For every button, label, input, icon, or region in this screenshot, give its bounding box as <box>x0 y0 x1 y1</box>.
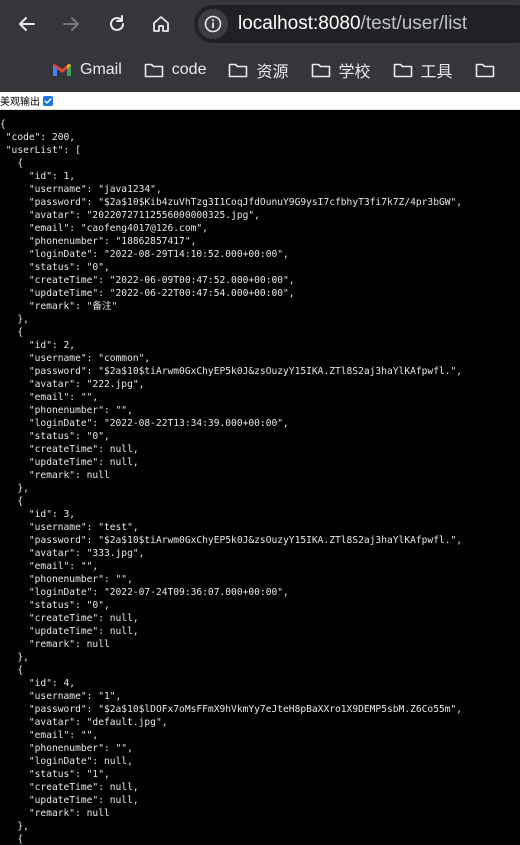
bookmark-label: 工具 <box>420 64 453 81</box>
folder-icon <box>393 63 412 78</box>
json-line: }, <box>0 483 29 494</box>
json-line: "createTime": null, <box>0 613 139 624</box>
info-icon <box>204 15 222 33</box>
bookmarks-bar: Gmail code 资源 学校 工具 <box>0 48 520 92</box>
reload-button[interactable] <box>100 7 134 41</box>
json-line: "createTime": null, <box>0 782 139 793</box>
json-line: "password": "$2a$10$lDOFx7oMsFFmX9hVkmYy… <box>0 704 463 715</box>
json-response-view: { "code": 200, "userList": [ { "id": 1, … <box>0 110 520 845</box>
json-line: "code": 200, <box>0 132 76 143</box>
json-line: "status": "1", <box>0 769 110 780</box>
folder-icon <box>475 63 494 78</box>
json-line: "avatar": "222.jpg", <box>0 379 145 390</box>
json-line: "loginDate": "2022-07-24T09:36:07.000+00… <box>0 587 289 598</box>
browser-toolbar: localhost:8080/test/user/list <box>0 0 520 48</box>
json-line: }, <box>0 652 29 663</box>
json-line: "updateTime": null, <box>0 626 139 637</box>
json-line: "phonenumber": "", <box>0 743 133 754</box>
json-line: "updateTime": null, <box>0 457 139 468</box>
json-line: "updateTime": null, <box>0 795 139 806</box>
site-info-button[interactable] <box>198 9 228 39</box>
address-bar[interactable]: localhost:8080/test/user/list <box>194 5 520 43</box>
bookmark-label: code <box>171 61 207 78</box>
bookmark-folder-overflow[interactable] <box>475 62 503 78</box>
url-host: localhost:8080 <box>238 13 361 34</box>
json-line: "email": "", <box>0 561 99 572</box>
json-line: "email": "", <box>0 392 99 403</box>
arrow-right-icon <box>63 17 79 31</box>
json-line: "username": "common", <box>0 353 151 364</box>
json-line: "password": "$2a$10$tiArwm0GxChyEP5k0J&z… <box>0 366 463 377</box>
json-line: "phonenumber": "", <box>0 574 133 585</box>
json-line: "id": 2, <box>0 340 76 351</box>
json-line: { <box>0 665 24 676</box>
json-line: "userList": [ <box>0 145 81 156</box>
json-line: { <box>0 496 24 507</box>
json-line: "loginDate": null, <box>0 756 133 767</box>
json-line: "status": "0", <box>0 431 110 442</box>
pretty-print-bar: 美观输出 <box>0 92 520 110</box>
json-line: "id": 4, <box>0 678 76 689</box>
json-line: "loginDate": "2022-08-29T14:10:52.000+00… <box>0 249 289 260</box>
reload-icon <box>110 15 124 31</box>
json-line: { <box>0 119 6 130</box>
home-button[interactable] <box>144 7 178 41</box>
back-button[interactable] <box>10 7 44 41</box>
checkmark-icon <box>44 97 52 104</box>
json-line: "loginDate": "2022-08-22T13:34:39.000+00… <box>0 418 289 429</box>
json-line: "avatar": "333.jpg", <box>0 548 145 559</box>
bookmark-label: 学校 <box>338 64 371 81</box>
json-line: "email": "caofeng4017@126.com", <box>0 223 208 234</box>
json-line: "phonenumber": "18862857417", <box>0 236 197 247</box>
json-line: "email": "", <box>0 730 99 741</box>
json-line: }, <box>0 821 29 832</box>
json-line: "password": "$2a$10$tiArwm0GxChyEP5k0J&z… <box>0 535 463 546</box>
json-line: { <box>0 158 24 169</box>
json-line: "avatar": "default.jpg", <box>0 717 168 728</box>
bookmark-label: Gmail <box>80 61 122 78</box>
folder-icon <box>311 63 330 78</box>
arrow-left-icon <box>19 17 35 31</box>
json-line: "avatar": "20220727112556000000325.jpg", <box>0 210 260 221</box>
json-line: "id": 1, <box>0 171 76 182</box>
bookmark-folder-school[interactable]: 学校 <box>311 58 371 82</box>
json-line: "id": 3, <box>0 509 76 520</box>
json-line: "phonenumber": "", <box>0 405 133 416</box>
bookmark-folder-resources[interactable]: 资源 <box>228 58 289 82</box>
json-line: "status": "0", <box>0 600 110 611</box>
home-icon <box>153 16 169 32</box>
json-line: "username": "1", <box>0 691 122 702</box>
url-path: /test/user/list <box>360 13 468 34</box>
folder-icon <box>144 63 164 78</box>
json-line: "createTime": null, <box>0 444 139 455</box>
json-line: "username": "test", <box>0 522 139 533</box>
gmail-icon <box>53 64 71 76</box>
bookmark-gmail[interactable]: Gmail <box>52 61 122 79</box>
json-line: "username": "java1234", <box>0 184 162 195</box>
json-line: "status": "0", <box>0 262 110 273</box>
bookmark-folder-tools[interactable]: 工具 <box>393 58 453 82</box>
json-line: "createTime": "2022-06-09T00:47:52.000+0… <box>0 275 295 286</box>
bookmark-label: 资源 <box>256 64 289 81</box>
pretty-print-label: 美观输出 <box>0 97 40 108</box>
json-line: "remark": null <box>0 808 110 819</box>
json-line: { <box>0 834 24 845</box>
json-line: }, <box>0 314 29 325</box>
url-text: localhost:8080/test/user/list <box>238 13 467 35</box>
json-line: "remark": "备注" <box>0 301 118 312</box>
json-line: "password": "$2a$10$Kib4zuVhTzg3I1CoqJfd… <box>0 197 463 208</box>
folder-icon <box>229 63 248 78</box>
bookmark-folder-code[interactable]: code <box>144 61 207 79</box>
json-line: { <box>0 327 24 338</box>
forward-button[interactable] <box>54 7 88 41</box>
json-line: "updateTime": "2022-06-22T00:47:54.000+0… <box>0 288 295 299</box>
json-line: "remark": null <box>0 639 110 650</box>
json-line: "remark": null <box>0 470 110 481</box>
pretty-print-checkbox[interactable] <box>43 95 53 106</box>
